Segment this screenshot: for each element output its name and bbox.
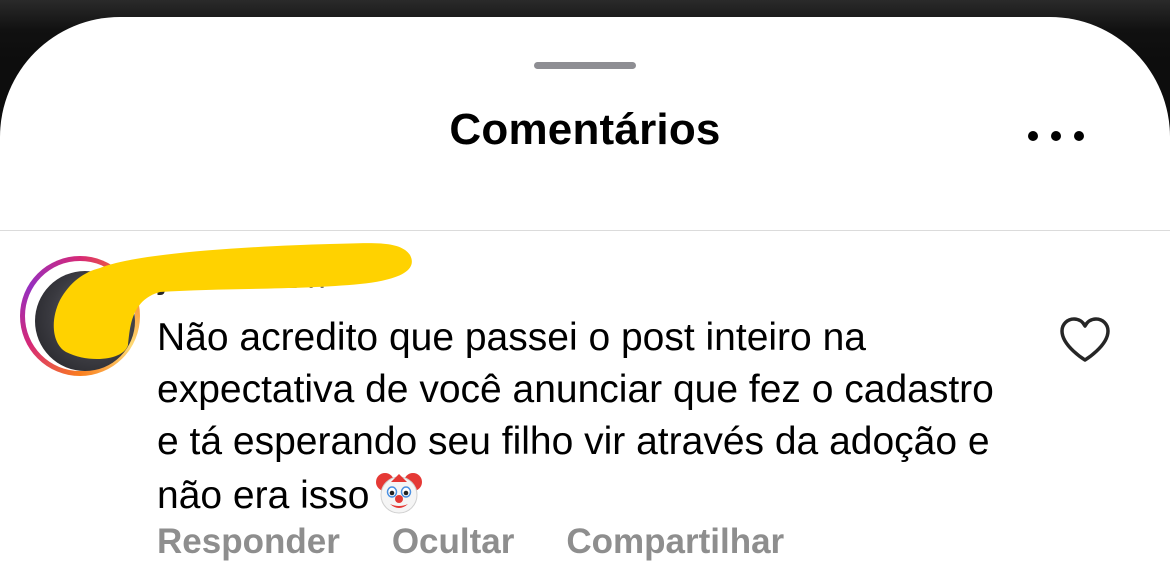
avatar-ring-gap	[25, 261, 135, 371]
comment-body: Não acredito que passei o post inteiro n…	[157, 312, 1017, 522]
more-horizontal-icon	[1028, 131, 1038, 141]
comment-text: Não acredito que passei o post inteiro n…	[157, 316, 994, 517]
like-button[interactable]	[1058, 316, 1112, 364]
header-divider	[0, 230, 1170, 231]
comment-username[interactable]: juliavi	[158, 258, 252, 295]
more-dot	[1051, 131, 1061, 141]
avatar-image	[35, 271, 135, 371]
sheet-title: Comentários	[449, 105, 721, 154]
comment-actions: Responder Ocultar Compartilhar	[157, 522, 784, 562]
more-dot	[1074, 131, 1084, 141]
clown-face-icon	[376, 473, 423, 514]
comment-timestamp: 22 h	[261, 258, 326, 295]
more-options-button[interactable]	[1028, 121, 1084, 151]
comment-header: juliavi 22 h	[158, 258, 326, 296]
reply-button[interactable]: Responder	[157, 522, 340, 562]
heart-outline-icon	[1060, 317, 1110, 362]
avatar[interactable]	[20, 256, 140, 376]
hide-button[interactable]: Ocultar	[392, 522, 515, 562]
share-button[interactable]: Compartilhar	[566, 522, 784, 562]
sheet-grabber[interactable]	[534, 62, 636, 69]
